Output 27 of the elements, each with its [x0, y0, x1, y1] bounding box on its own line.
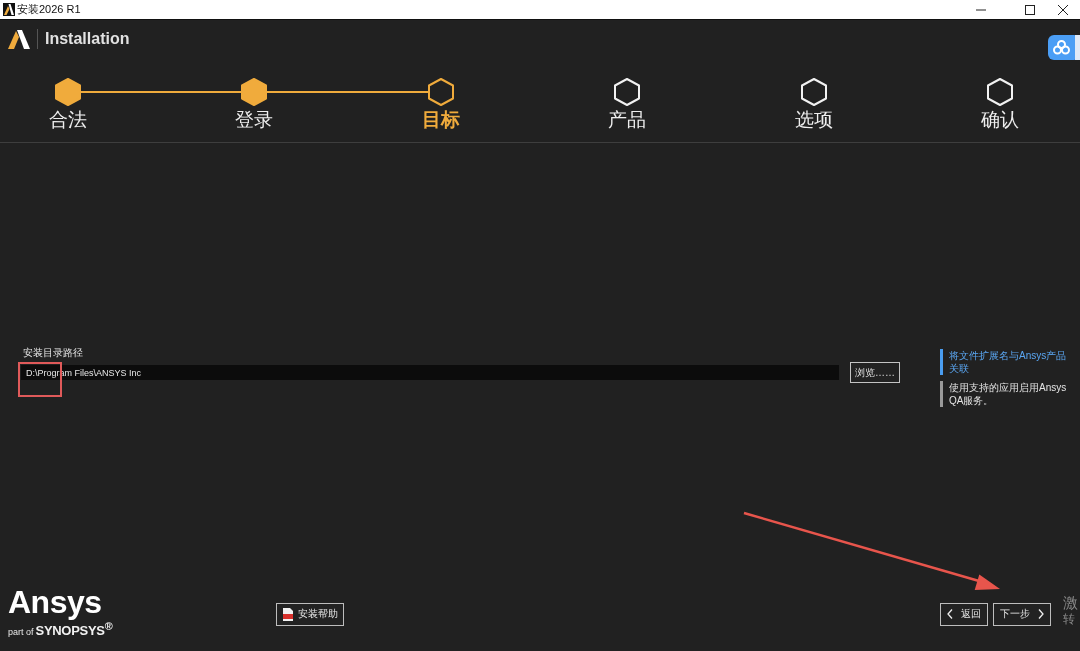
watermark-text: 激	[1063, 594, 1078, 612]
option-toggle[interactable]: 将文件扩展名与Ansys产品关联	[940, 349, 1075, 375]
option-toggle[interactable]: 使用支持的应用启用Ansys QA服务。	[940, 381, 1075, 407]
pdf-file-icon	[282, 607, 294, 621]
logo-icon	[8, 29, 30, 49]
company-logo-text: SYNOPSYS$^{®}$	[35, 619, 113, 641]
window-title: 安装2026 R1	[17, 3, 81, 16]
back-button[interactable]: 返回	[940, 602, 988, 626]
step-label: 选项	[794, 108, 833, 132]
browse-button[interactable]: 浏览……	[850, 362, 900, 383]
step-label: 确认	[981, 108, 1020, 132]
chevron-right-icon	[1038, 609, 1044, 619]
step-label: 产品	[608, 108, 647, 132]
app-icon	[3, 3, 15, 16]
step-label: 合法	[49, 108, 87, 132]
watermark-text: 转	[1063, 612, 1076, 627]
close-icon	[1058, 4, 1068, 15]
chevron-left-icon	[947, 609, 953, 619]
tagline-text: part of	[8, 626, 34, 640]
cloud-icon[interactable]	[1048, 35, 1080, 60]
next-button[interactable]: 下一步	[993, 602, 1051, 626]
maximize-icon	[1025, 4, 1035, 15]
step-label: 目标	[421, 108, 460, 132]
step-label: 登录	[235, 108, 274, 132]
field-label: 安装目录路径	[23, 347, 83, 359]
app-title: Installation	[45, 29, 130, 49]
help-button[interactable]: 安装帮助	[276, 602, 344, 626]
